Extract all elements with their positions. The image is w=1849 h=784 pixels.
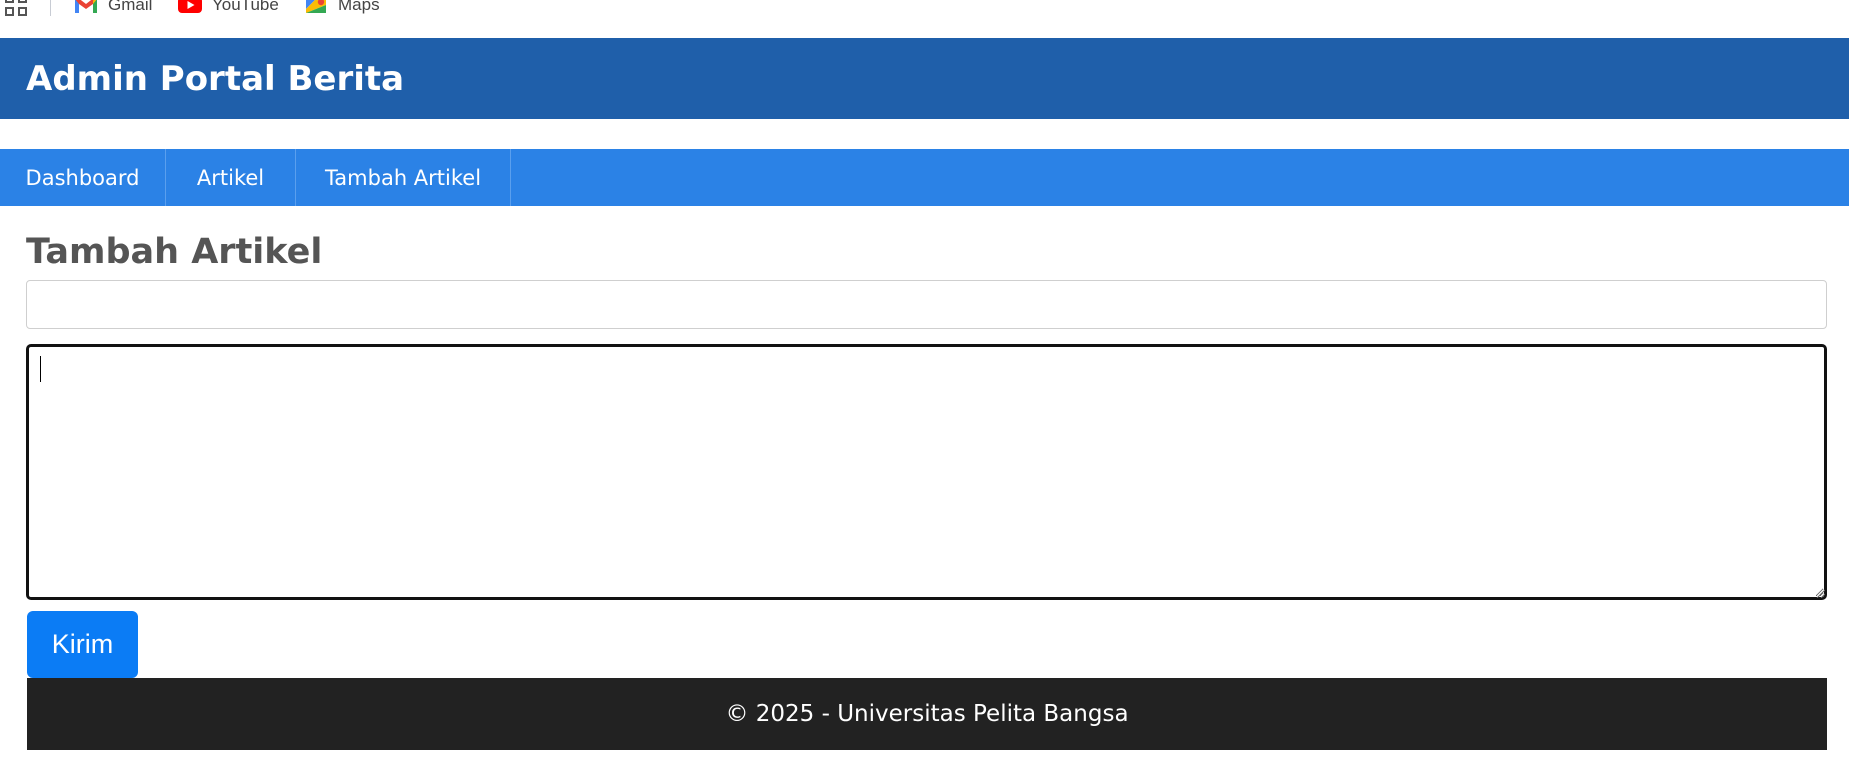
gmail-icon xyxy=(75,0,97,13)
maps-icon xyxy=(306,0,326,13)
bookmark-maps[interactable]: Maps xyxy=(304,0,380,16)
bookmarks-separator xyxy=(50,0,51,16)
bookmark-label: Gmail xyxy=(108,0,153,14)
youtube-icon xyxy=(178,0,202,13)
article-title-input[interactable] xyxy=(26,280,1827,329)
main-nav: Dashboard Artikel Tambah Artikel xyxy=(0,149,1849,206)
bookmark-youtube[interactable]: YouTube xyxy=(178,0,279,16)
nav-item-artikel[interactable]: Artikel xyxy=(166,149,296,206)
bookmark-gmail[interactable]: Gmail xyxy=(74,0,152,16)
bookmark-label: Maps xyxy=(338,0,380,14)
article-content-textarea[interactable] xyxy=(26,344,1827,600)
resize-grip-icon[interactable] xyxy=(1815,588,1825,598)
bookmarks-bar: Gmail YouTube Maps xyxy=(0,0,1849,38)
site-footer: © 2025 - Universitas Pelita Bangsa xyxy=(27,678,1827,750)
footer-text: © 2025 - Universitas Pelita Bangsa xyxy=(725,701,1129,727)
page-title: Tambah Artikel xyxy=(26,232,323,272)
text-caret xyxy=(40,356,41,382)
apps-grid-icon[interactable] xyxy=(5,0,27,16)
bookmark-label: YouTube xyxy=(212,0,279,14)
submit-button[interactable]: Kirim xyxy=(27,611,138,678)
site-header: Admin Portal Berita xyxy=(0,38,1849,119)
nav-item-dashboard[interactable]: Dashboard xyxy=(0,149,166,206)
site-title: Admin Portal Berita xyxy=(26,58,405,99)
nav-item-tambah-artikel[interactable]: Tambah Artikel xyxy=(296,149,511,206)
